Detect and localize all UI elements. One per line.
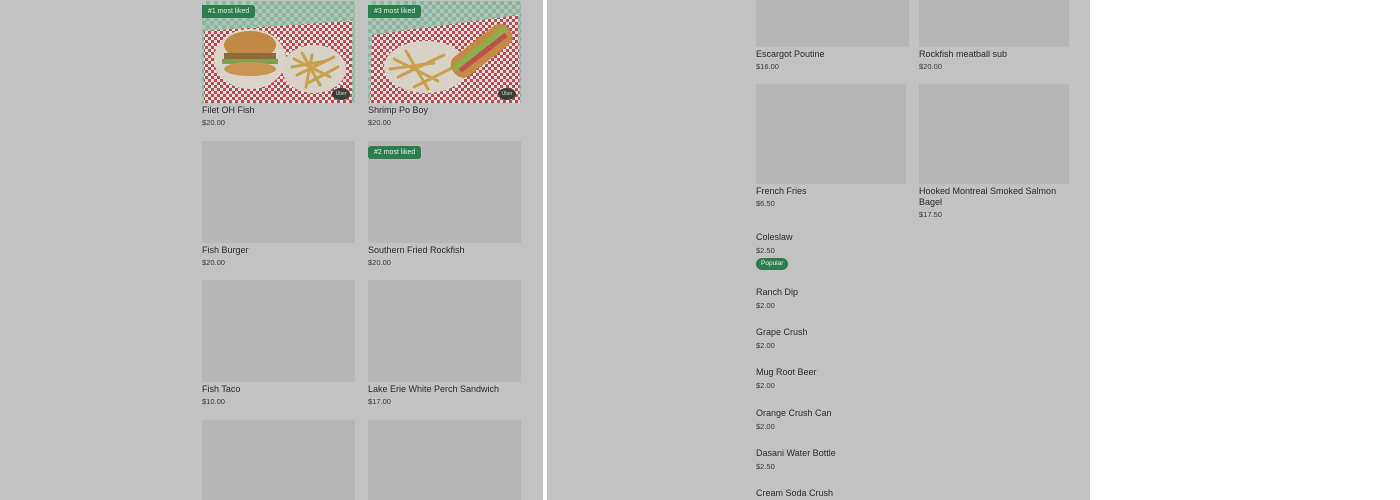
menu-item-name: Fish Burger [202, 245, 249, 255]
popular-badge: Popular [756, 258, 789, 270]
menu-item-price: $2.50 [756, 246, 775, 255]
menu-item-name: Lake Erie White Perch Sandwich [368, 384, 500, 394]
menu-item-name: Southern Fried Rockfish [368, 245, 465, 255]
image-placeholder [919, 84, 1069, 184]
menu-item-price: $6.50 [756, 199, 775, 208]
menu-item-name: Hooked Montreal Smoked Salmon Bagel [919, 186, 1057, 207]
menu-item-price: $2.00 [756, 341, 775, 350]
menu-item-name: Grape Crush [756, 327, 808, 337]
menu-item-price: $20.00 [202, 258, 225, 267]
menu-item-price: $2.50 [756, 462, 775, 471]
image-placeholder [202, 420, 355, 500]
menu-item-name: Fish Taco [202, 384, 241, 394]
menu-item-price: $17.00 [368, 397, 391, 406]
image-placeholder [756, 0, 909, 47]
menu-panel-left: Uber #1 most liked Filet OH Fish $20.00 [0, 0, 543, 500]
image-placeholder [202, 141, 355, 243]
image-placeholder [202, 280, 355, 382]
menu-item-name: Escargot Poutine [756, 49, 825, 59]
image-placeholder [368, 280, 521, 382]
most-liked-badge: #2 most liked [368, 146, 422, 159]
most-liked-badge: #3 most liked [368, 5, 422, 18]
menu-item-name: Cream Soda Crush [756, 488, 834, 498]
menu-item-price: $17.50 [919, 210, 942, 219]
menu-item-name: Shrimp Po Boy [368, 105, 429, 115]
menu-item-price: $2.00 [756, 381, 775, 390]
image-placeholder [368, 420, 521, 500]
image-placeholder [756, 84, 906, 184]
menu-item-price: $2.00 [756, 301, 775, 310]
menu-item-name: Coleslaw [756, 232, 793, 242]
menu-item-name: Ranch Dip [756, 287, 799, 297]
most-liked-badge: #1 most liked [202, 5, 256, 18]
uber-logo: Uber [498, 88, 516, 100]
menu-item-price: $2.00 [756, 422, 775, 431]
menu-item-name: Dasani Water Bottle [756, 448, 836, 458]
menu-item-name: Orange Crush Can [756, 408, 832, 418]
menu-item-price: $20.00 [368, 258, 391, 267]
image-placeholder [919, 0, 1069, 47]
uber-logo: Uber [332, 88, 350, 100]
menu-item-price: $20.00 [202, 118, 225, 127]
menu-item-name: Filet OH Fish [202, 105, 255, 115]
stage: Uber #1 most liked Filet OH Fish $20.00 [0, 0, 1400, 500]
menu-item-price: $20.00 [368, 118, 391, 127]
menu-item-name: French Fries [756, 186, 807, 196]
menu-item-price: $10.00 [202, 397, 225, 406]
menu-item-price: $20.00 [919, 62, 942, 71]
menu-item-name: Rockfish meatball sub [919, 49, 1008, 59]
page-background [1090, 0, 1400, 500]
menu-item-name: Mug Root Beer [756, 367, 817, 377]
menu-panel-right: Escargot Poutine $16.00 Rockfish meatbal… [547, 0, 1090, 500]
menu-item-price: $16.00 [756, 62, 779, 71]
